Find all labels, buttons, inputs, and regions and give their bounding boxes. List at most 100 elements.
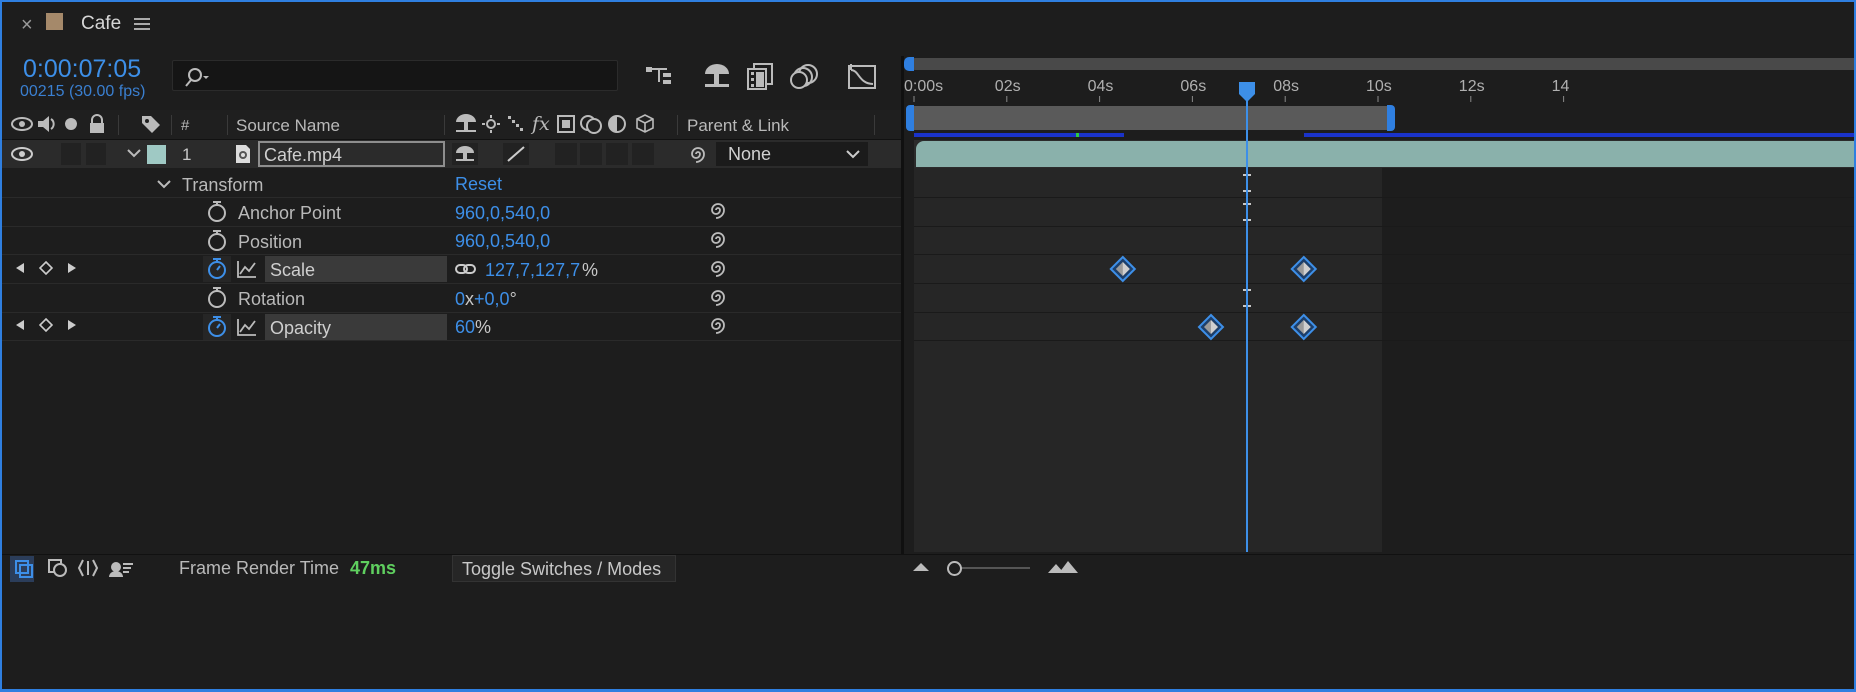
property-unit-scale: % [582,260,599,280]
pickwhip-icon[interactable] [708,229,728,249]
opacity-keyframe[interactable] [1197,313,1225,341]
property-value-anchor-point[interactable]: 960,0,540,0 [455,203,550,224]
graph-icon[interactable] [237,260,257,278]
transform-reset-link[interactable]: Reset [455,174,502,195]
ruler-label: 12s [1459,78,1485,95]
current-time-display[interactable]: 0:00:07:05 [23,55,141,84]
stopwatch-icon[interactable] [206,286,228,310]
previous-keyframe-icon[interactable] [15,262,25,274]
hamburger-menu-icon[interactable] [134,17,150,31]
layer-label-color[interactable] [147,145,166,164]
close-icon[interactable]: × [21,14,33,37]
layer-expand-chevron-icon[interactable] [127,148,141,158]
column-source-name-header[interactable]: Source Name [236,116,340,136]
parent-dropdown-value: None [728,144,772,164]
motion-blur-icon[interactable] [790,62,820,90]
adjustment-switch[interactable] [632,143,654,165]
work-area-end-handle[interactable] [1387,105,1396,131]
playhead-handle[interactable] [1237,80,1257,109]
layer-name-field[interactable]: Cafe.mp4 [258,141,445,167]
column-parent-link-header[interactable]: Parent & Link [687,116,789,136]
stopwatch-active-icon[interactable] [206,315,228,339]
graph-icon[interactable] [237,318,257,336]
quality-switch[interactable] [503,143,529,165]
ruler-label: 0:00s [904,78,943,95]
modes-pane-icon[interactable] [47,558,69,578]
constrain-proportions-link-icon[interactable] [455,262,477,276]
time-ruler[interactable]: 0:00s 02s 04s 06s 08s 10s 12s 14 [904,72,1856,102]
transform-expand-chevron-icon[interactable] [157,179,171,189]
search-icon [185,67,211,87]
pickwhip-icon[interactable] [708,315,728,335]
lock-header-icon[interactable] [88,114,106,134]
property-name-scale[interactable]: Scale [270,260,315,281]
row-divider [2,340,901,341]
row-divider [2,226,901,227]
add-keyframe-icon[interactable] [39,261,53,275]
navigator-start-handle[interactable] [904,57,914,71]
frame-blending-icon[interactable] [746,62,774,90]
graph-editor-icon[interactable] [847,62,877,90]
quality-line-icon [507,146,525,162]
draft-3d-icon[interactable] [702,62,732,90]
time-navigator[interactable] [909,58,1856,70]
toggle-switches-modes-button[interactable]: Toggle Switches / Modes [452,555,676,582]
stopwatch-icon[interactable] [206,229,228,253]
previous-keyframe-icon[interactable] [15,319,25,331]
label-header-icon[interactable] [140,114,162,134]
composition-flowchart-icon[interactable] [645,64,675,88]
scale-keyframe[interactable] [1109,255,1137,283]
layer-audio-switch[interactable] [61,143,81,165]
property-value-scale[interactable]: 127,7,127,7 [485,260,580,281]
effect-switch[interactable] [555,143,577,165]
transform-group-label[interactable]: Transform [182,175,263,196]
opacity-keyframe[interactable] [1290,313,1318,341]
zoom-slider-thumb[interactable] [947,561,962,576]
pickwhip-icon[interactable] [708,200,728,220]
pickwhip-icon[interactable] [708,258,728,278]
pickwhip-icon[interactable] [708,287,728,307]
zoom-out-icon[interactable] [912,562,930,572]
stopwatch-active-icon[interactable] [206,257,228,281]
property-value-rotation[interactable]: 0x+0,0° [455,289,517,310]
zoom-slider-track[interactable] [956,567,1030,569]
property-name-rotation[interactable]: Rotation [238,289,305,310]
stopwatch-icon[interactable] [206,200,228,224]
playhead-line[interactable] [1245,84,1248,552]
frame-blend-switch[interactable] [580,143,602,165]
video-visibility-header-icon[interactable] [11,117,33,131]
audio-header-icon[interactable] [36,114,58,134]
rotation-degrees[interactable]: +0,0 [474,289,510,309]
property-name-position[interactable]: Position [238,232,302,253]
search-field[interactable] [213,64,603,88]
render-time-pane-icon[interactable] [108,558,134,578]
layer-switch-cell[interactable] [452,143,478,165]
panel-title[interactable]: Cafe [81,13,121,35]
layer-switches-pane-icon[interactable] [14,559,34,579]
parent-dropdown[interactable]: None [716,142,868,166]
work-area-bar[interactable] [914,106,1388,130]
property-value-position[interactable]: 960,0,540,0 [455,231,550,252]
zoom-in-icon[interactable] [1047,560,1079,574]
parent-pickwhip-icon[interactable] [688,144,708,164]
next-keyframe-icon[interactable] [67,262,77,274]
in-out-pane-icon[interactable] [77,558,99,578]
property-value-opacity-wrap[interactable]: 60% [455,317,491,338]
cache-marker [1076,133,1079,137]
solo-header-icon[interactable] [64,117,78,131]
next-keyframe-icon[interactable] [67,319,77,331]
add-keyframe-icon[interactable] [39,318,53,332]
layer-solo-switch[interactable] [86,143,106,165]
search-input[interactable] [172,60,618,91]
rotation-separator: x [465,289,475,309]
column-number-header[interactable]: # [181,117,189,134]
property-name-opacity[interactable]: Opacity [270,318,331,339]
rotation-revolutions[interactable]: 0 [455,289,465,309]
work-area-start-handle[interactable] [906,105,914,131]
scale-keyframe[interactable] [1290,255,1318,283]
property-value-opacity[interactable]: 60 [455,317,475,337]
motion-blur-switch[interactable] [606,143,628,165]
property-name-anchor-point[interactable]: Anchor Point [238,203,341,224]
ruler-label: 02s [995,78,1021,95]
layer-visibility-eye-icon[interactable] [11,147,33,161]
